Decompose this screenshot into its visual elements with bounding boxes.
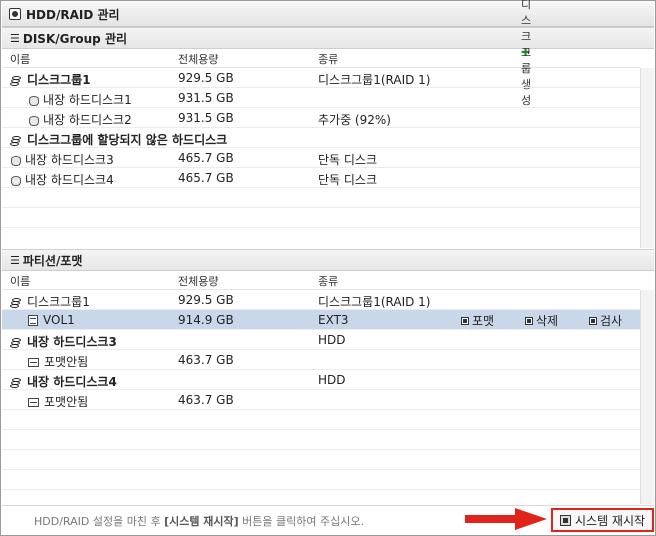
row-type: HDD (318, 373, 346, 387)
partition-section-title: 파티션/포맷 (22, 253, 83, 268)
format-label: 포맷 (472, 314, 495, 328)
footer-divider (2, 505, 654, 506)
row-capacity: 465.7 GB (178, 171, 234, 185)
column-name: 이름 (10, 274, 31, 288)
row-type: 디스크그룹1(RAID 1) (318, 295, 431, 309)
row-type: 디스크그룹1(RAID 1) (318, 73, 431, 87)
row-name: 내장 하드디스크1 (43, 93, 132, 107)
row-name: 내장 하드디스크4 (27, 375, 117, 389)
unformatted-row[interactable]: 포맷안됨 463.7 GB (2, 350, 640, 370)
row-capacity: 463.7 GB (178, 393, 234, 407)
hard-disk-icon (10, 155, 21, 166)
column-capacity: 전체용량 (178, 52, 219, 66)
column-capacity: 전체용량 (178, 274, 219, 288)
disk-stack-icon (10, 377, 22, 388)
column-type: 종류 (318, 52, 339, 66)
partition-icon (28, 398, 39, 407)
disk-row[interactable]: 내장 하드디스크4 465.7 GB 단독 디스크 (2, 168, 640, 188)
window-title: HDD/RAID 관리 (26, 7, 120, 22)
row-name: 내장 하드디스크2 (43, 113, 132, 127)
disk-icon (9, 8, 21, 20)
row-capacity: 931.5 GB (178, 111, 234, 125)
system-restart-button[interactable]: 시스템 재시작 (551, 508, 654, 532)
delete-icon (525, 316, 533, 325)
column-name: 이름 (10, 52, 31, 66)
empty-row (2, 470, 640, 490)
row-name: 내장 하드디스크3 (25, 153, 114, 167)
row-type: 단독 디스크 (318, 173, 378, 187)
row-capacity: 465.7 GB (178, 151, 234, 165)
row-name: 디스크그룹에 할당되지 않은 하드디스크 (27, 133, 228, 147)
check-label: 검사 (600, 314, 623, 328)
empty-row (2, 208, 640, 228)
partition-scrollbar[interactable] (640, 290, 654, 504)
partition-section-header: ☰ 파티션/포맷 (2, 249, 654, 271)
stack-icon: ☰ (10, 31, 20, 45)
check-icon (589, 316, 597, 325)
disk-group-icon (10, 75, 22, 86)
hard-disk-icon (10, 175, 21, 186)
window-title-bar: HDD/RAID 관리 (2, 2, 654, 27)
format-icon (461, 316, 469, 325)
footer-message-bold: [시스템 재시작] (164, 515, 239, 528)
stack-icon: ☰ (10, 253, 20, 267)
restart-icon (560, 514, 571, 526)
partition-icon (28, 358, 39, 367)
disk-row[interactable]: 내장 하드디스크3 465.7 GB 단독 디스크 (2, 148, 640, 168)
partition-disk-group-row[interactable]: 디스크그룹1 929.5 GB 디스크그룹1(RAID 1) (2, 290, 640, 310)
partition-disk-row[interactable]: 내장 하드디스크3 HDD (2, 330, 640, 350)
delete-label: 삭제 (536, 314, 559, 328)
check-button[interactable]: 검사 (589, 312, 622, 329)
partition-disk-row[interactable]: 내장 하드디스크4 HDD (2, 370, 640, 390)
disk-row[interactable]: 내장 하드디스크2 931.5 GB 추가중 (92%) (2, 108, 640, 128)
red-arrow-icon (465, 508, 547, 530)
disk-group-section-title: DISK/Group 관리 (22, 31, 128, 46)
unassigned-disks-row[interactable]: 디스크그룹에 할당되지 않은 하드디스크 (2, 128, 640, 148)
volume-icon (28, 315, 38, 326)
unformatted-row[interactable]: 포맷안됨 463.7 GB (2, 390, 640, 410)
row-type: HDD (318, 333, 346, 347)
row-capacity: 931.5 GB (178, 91, 234, 105)
disk-group-section-header: ☰ DISK/Group 관리 (2, 27, 654, 49)
empty-row (2, 430, 640, 450)
disk-group-row[interactable]: 디스크그룹1 929.5 GB 디스크그룹1(RAID 1) (2, 68, 640, 88)
disk-group-icon (10, 135, 22, 146)
hard-disk-icon (28, 115, 39, 126)
row-name: 포맷안됨 (44, 355, 89, 369)
row-name: 내장 하드디스크4 (25, 173, 114, 187)
footer-message-pre: HDD/RAID 설정을 마친 후 (34, 515, 165, 528)
row-capacity: 929.5 GB (178, 71, 234, 85)
empty-row (2, 228, 640, 248)
disk-row[interactable]: 내장 하드디스크1 931.5 GB (2, 88, 640, 108)
row-name: VOL1 (43, 313, 75, 327)
empty-row (2, 450, 640, 470)
row-type: 단독 디스크 (318, 153, 378, 167)
footer-message: HDD/RAID 설정을 마친 후 [시스템 재시작] 버튼을 클릭하여 주십시… (34, 513, 364, 529)
row-type: EXT3 (318, 313, 349, 327)
row-capacity: 914.9 GB (178, 313, 234, 327)
row-type: 추가중 (92%) (318, 113, 391, 127)
hdd-raid-window: HDD/RAID 관리 ☰ DISK/Group 관리 이름 전체용량 종류 ✚… (0, 0, 656, 536)
row-name: 내장 하드디스크3 (27, 335, 117, 349)
volume-row[interactable]: VOL1 914.9 GB EXT3 포맷 삭제 검사 (2, 310, 640, 330)
row-capacity: 463.7 GB (178, 353, 234, 367)
delete-button[interactable]: 삭제 (525, 312, 558, 329)
hard-disk-icon (28, 95, 39, 106)
format-button[interactable]: 포맷 (461, 312, 494, 329)
column-type: 종류 (318, 274, 339, 288)
disk-stack-icon (10, 337, 22, 348)
row-capacity: 929.5 GB (178, 293, 234, 307)
row-name: 디스크그룹1 (27, 295, 90, 309)
footer-message-post: 버튼을 클릭하여 주십시오. (238, 515, 364, 528)
empty-row (2, 410, 640, 430)
partition-column-header: 이름 전체용량 종류 (2, 272, 640, 290)
disk-group-scrollbar[interactable] (640, 68, 654, 248)
row-name: 디스크그룹1 (27, 73, 91, 87)
disk-group-icon (10, 297, 22, 308)
system-restart-label: 시스템 재시작 (575, 513, 646, 528)
empty-row (2, 188, 640, 208)
row-name: 포맷안됨 (44, 395, 89, 409)
disk-group-column-header: 이름 전체용량 종류 ✚ 디스크그룹 생성 (2, 0, 640, 107)
